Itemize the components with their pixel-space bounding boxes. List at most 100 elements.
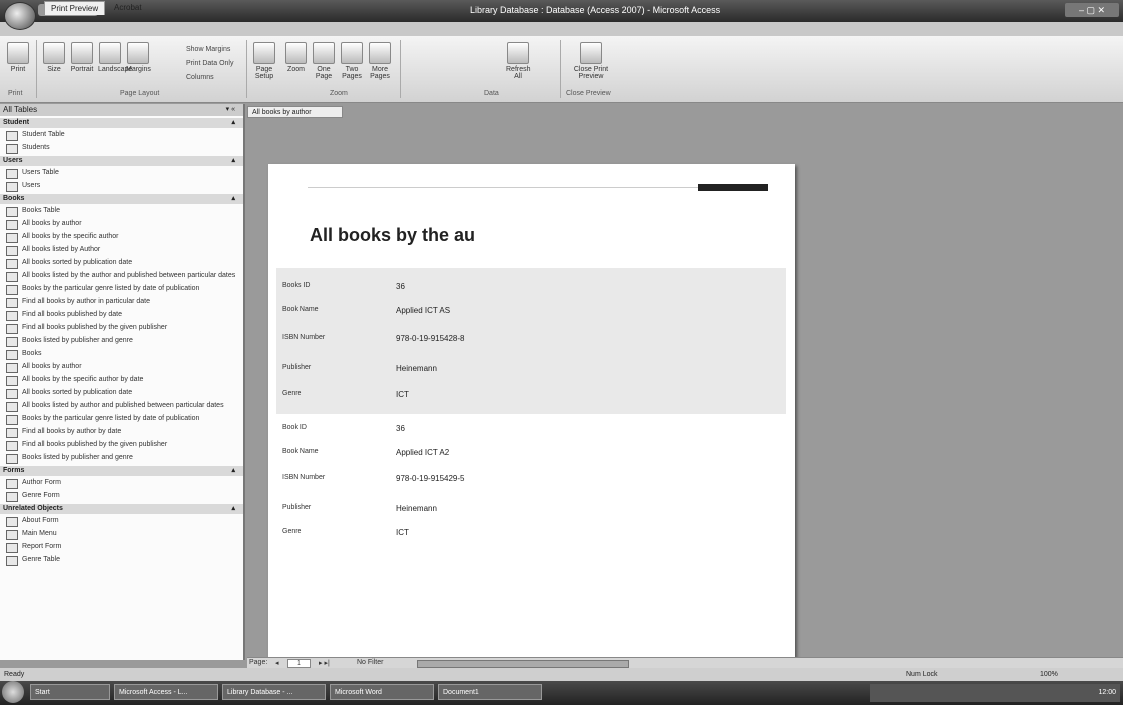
nav-item[interactable]: Find all books published by the given pu…	[0, 322, 243, 334]
taskbar-item[interactable]: Library Database - ...	[222, 684, 326, 700]
two-pages-button[interactable]: Two Pages	[340, 42, 364, 80]
page-setup-icon	[253, 42, 275, 64]
taskbar-item[interactable]: Start	[30, 684, 110, 700]
nav-pane-header[interactable]: All Tables ▾ «	[0, 104, 243, 116]
nav-group-header[interactable]: Student ▴	[0, 118, 243, 128]
taskbar-item[interactable]: Microsoft Word	[330, 684, 434, 700]
nav-item-label: Find all books by author by date	[22, 428, 122, 435]
nav-item-label: Genre Table	[22, 556, 61, 563]
window-controls[interactable]: – ▢ ✕	[1065, 3, 1119, 17]
next-page-button[interactable]: ▸ ▸|	[319, 659, 330, 667]
object-icon	[6, 169, 18, 179]
columns-button[interactable]: Columns	[186, 74, 214, 81]
horizontal-scrollbar-thumb[interactable]	[417, 660, 629, 668]
nav-item[interactable]: Find all books by author by date	[0, 426, 243, 438]
portrait-icon	[71, 42, 93, 64]
field-value: Heinemann	[396, 504, 437, 513]
field-value: 36	[396, 282, 405, 291]
chevron-down-icon[interactable]: ▾ «	[226, 104, 235, 116]
nav-item[interactable]: Main Menu	[0, 528, 243, 540]
size-button[interactable]: Size	[42, 42, 66, 73]
object-icon	[6, 441, 18, 451]
nav-item-label: Student Table	[22, 131, 65, 138]
nav-item[interactable]: Books by the particular genre listed by …	[0, 413, 243, 425]
field-value: 978-0-19-915429-5	[396, 474, 465, 483]
object-icon	[6, 272, 18, 282]
show-margins-checkbox[interactable]: Show Margins	[186, 46, 230, 53]
nav-item-label: All books sorted by publication date	[22, 259, 133, 266]
nav-item[interactable]: Student Table	[0, 129, 243, 141]
nav-group-label: Student	[3, 119, 30, 126]
chevron-up-icon[interactable]: ▴	[231, 156, 235, 166]
portrait-button[interactable]: Portrait	[70, 42, 94, 73]
nav-item[interactable]: Users Table	[0, 167, 243, 179]
ribbon-tabs	[0, 22, 1123, 36]
nav-group-header[interactable]: Unrelated Objects ▴	[0, 504, 243, 514]
margins-button[interactable]: Margins	[126, 42, 151, 73]
nav-item[interactable]: Books Table	[0, 205, 243, 217]
nav-item[interactable]: All books listed by the author and publi…	[0, 270, 243, 282]
nav-item[interactable]: All books sorted by publication date	[0, 257, 243, 269]
nav-group-label: Books	[3, 195, 25, 202]
nav-item[interactable]: Books listed by publisher and genre	[0, 335, 243, 347]
close-print-preview-button[interactable]: Close Print Preview	[570, 42, 612, 80]
more-pages-button[interactable]: More Pages	[368, 42, 392, 80]
taskbar-item[interactable]: Microsoft Access - L...	[114, 684, 218, 700]
nav-item-label: Report Form	[22, 543, 62, 550]
nav-item[interactable]: Find all books published by date	[0, 309, 243, 321]
system-tray[interactable]: 12:00	[870, 684, 1120, 702]
nav-item[interactable]: Users	[0, 180, 243, 192]
nav-item[interactable]: All books listed by author and published…	[0, 400, 243, 412]
status-text: Ready	[4, 671, 25, 678]
close-preview-icon	[580, 42, 602, 64]
nav-item[interactable]: Report Form	[0, 541, 243, 553]
object-icon	[6, 479, 18, 489]
print-data-only-checkbox[interactable]: Print Data Only	[186, 60, 233, 67]
nav-item[interactable]: Find all books published by the given pu…	[0, 439, 243, 451]
nav-item[interactable]: About Form	[0, 515, 243, 527]
nav-item[interactable]: All books by the specific author	[0, 231, 243, 243]
zoom-level[interactable]: 100%	[1040, 668, 1058, 681]
nav-item[interactable]: All books by author	[0, 361, 243, 373]
office-button[interactable]	[4, 2, 36, 30]
zoom-button[interactable]: Zoom	[284, 42, 308, 73]
nav-item[interactable]: Books by the particular genre listed by …	[0, 283, 243, 295]
document-tab[interactable]: All books by author	[247, 106, 343, 118]
nav-item[interactable]: Genre Table	[0, 554, 243, 566]
one-page-button[interactable]: One Page	[312, 42, 336, 80]
tab-acrobat[interactable]: Acrobat	[108, 1, 148, 14]
filter-indicator[interactable]: No Filter	[357, 659, 383, 666]
first-page-button[interactable]: ◂	[275, 659, 279, 667]
nav-item[interactable]: Genre Form	[0, 490, 243, 502]
nav-item[interactable]: All books by author	[0, 218, 243, 230]
taskbar-item[interactable]: Document1	[438, 684, 542, 700]
chevron-up-icon[interactable]: ▴	[231, 194, 235, 204]
field-label: ISBN Number	[282, 334, 326, 341]
nav-item-label: Genre Form	[22, 492, 60, 499]
print-button[interactable]: Print	[6, 42, 30, 73]
nav-group-header[interactable]: Users ▴	[0, 156, 243, 166]
nav-item[interactable]: Books listed by publisher and genre	[0, 452, 243, 464]
nav-group-header[interactable]: Books ▴	[0, 194, 243, 204]
tab-print-preview[interactable]: Print Preview	[44, 1, 106, 15]
nav-item[interactable]: All books listed by Author	[0, 244, 243, 256]
field-value: 978-0-19-915428-8	[396, 334, 465, 343]
page-number-input[interactable]: 1	[287, 659, 311, 668]
landscape-button[interactable]: Landscape	[98, 42, 132, 73]
nav-item[interactable]: Books	[0, 348, 243, 360]
nav-item[interactable]: All books sorted by publication date	[0, 387, 243, 399]
chevron-up-icon[interactable]: ▴	[231, 504, 235, 514]
nav-item[interactable]: Find all books by author in particular d…	[0, 296, 243, 308]
chevron-up-icon[interactable]: ▴	[231, 466, 235, 476]
group-separator	[36, 40, 37, 98]
start-button[interactable]	[2, 681, 24, 703]
nav-item[interactable]: Author Form	[0, 477, 243, 489]
refresh-all-button[interactable]: Refresh All	[506, 42, 531, 80]
nav-item[interactable]: Students	[0, 142, 243, 154]
object-icon	[6, 298, 18, 308]
chevron-up-icon[interactable]: ▴	[231, 118, 235, 128]
page-setup-button[interactable]: Page Setup	[252, 42, 276, 80]
field-label: Publisher	[282, 364, 312, 371]
nav-item[interactable]: All books by the specific author by date	[0, 374, 243, 386]
nav-group-header[interactable]: Forms ▴	[0, 466, 243, 476]
